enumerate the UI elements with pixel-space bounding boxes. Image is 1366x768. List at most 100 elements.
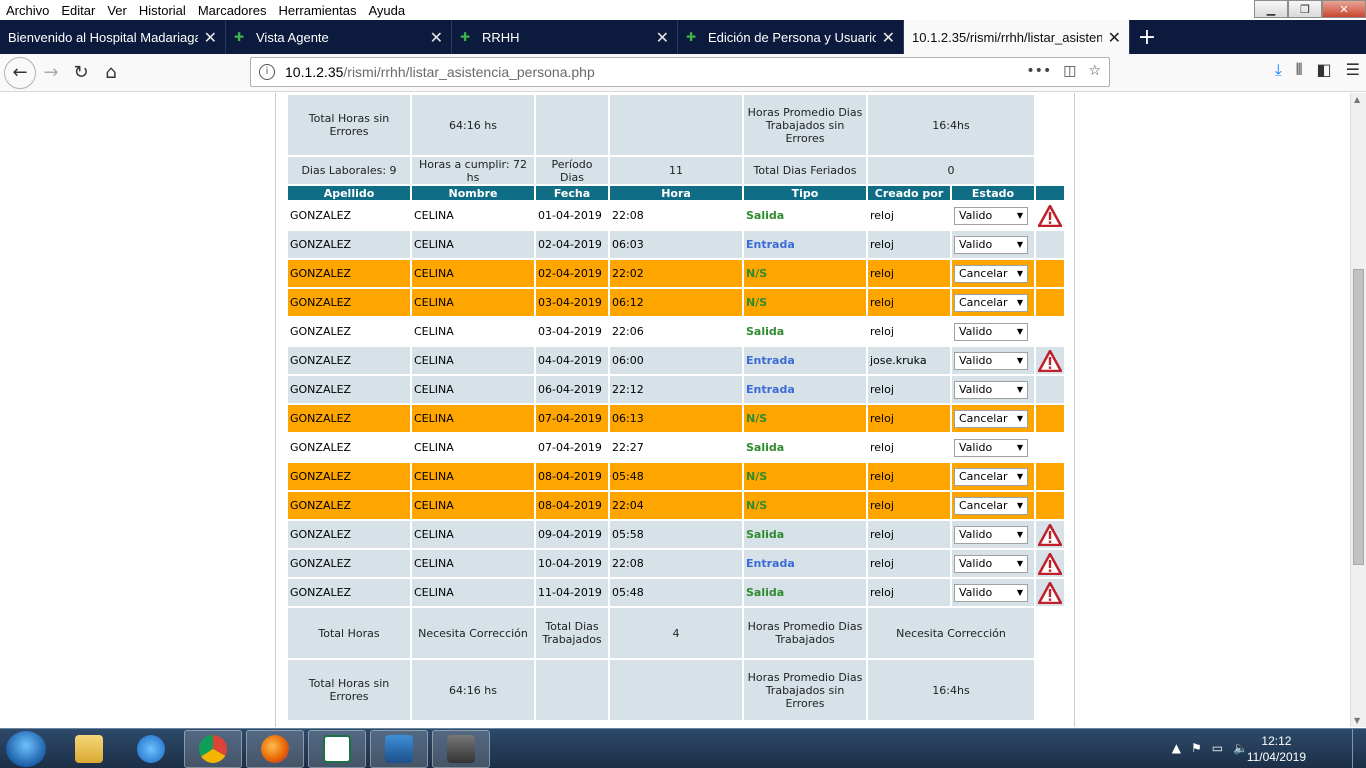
cell-tipo: Entrada	[744, 231, 866, 258]
tab-bienvenido[interactable]: Bienvenido al Hospital Madariaga | ✕	[0, 20, 226, 54]
pocket-icon[interactable]: ◫	[1063, 63, 1076, 79]
firefox-taskbar-icon[interactable]	[246, 730, 304, 768]
summary-cell	[536, 95, 608, 155]
estado-select[interactable]: Valido ▼	[954, 583, 1028, 602]
back-icon[interactable]: ←	[4, 56, 36, 89]
library-icon[interactable]: ⫴	[1296, 60, 1303, 80]
estado-select[interactable]: Valido ▼	[954, 206, 1028, 225]
warning-icon[interactable]	[1038, 349, 1062, 372]
estado-select[interactable]: Valido ▼	[954, 380, 1028, 399]
cell-estado: Valido ▼	[952, 550, 1034, 577]
estado-select-value: Valido	[959, 237, 993, 251]
vertical-scrollbar[interactable]: ▲ ▼	[1350, 93, 1366, 727]
tab-listar-asistencia[interactable]: 10.1.2.35/rismi/rrhh/listar_asistencia ✕	[904, 20, 1130, 54]
page-actions-icon[interactable]: •••	[1026, 63, 1051, 79]
menu-marcadores[interactable]: Marcadores	[192, 3, 273, 18]
cell-apellido: GONZALEZ	[288, 434, 410, 461]
close-tab-icon[interactable]: ✕	[656, 28, 669, 47]
url-bar[interactable]: i 10.1.2.35/rismi/rrhh/listar_asistencia…	[250, 57, 1110, 87]
tab-vista-agente[interactable]: ✚ Vista Agente ✕	[226, 20, 452, 54]
reload-icon[interactable]: ↻	[66, 58, 96, 88]
estado-select[interactable]: Cancelar ▼	[954, 264, 1028, 283]
home-icon[interactable]: ⌂	[96, 58, 126, 88]
estado-select[interactable]: Cancelar ▼	[954, 496, 1028, 515]
estado-select-value: Valido	[959, 353, 993, 367]
scrollbar-thumb[interactable]	[1353, 269, 1364, 565]
cell-tipo: Salida	[744, 579, 866, 606]
summary-cell: Total Dias Trabajados	[536, 608, 608, 658]
close-tab-icon[interactable]: ✕	[1108, 28, 1121, 47]
dropdown-arrow-icon: ▼	[1016, 268, 1023, 278]
estado-select-value: Cancelar	[959, 469, 1008, 483]
show-hidden-icons-icon[interactable]: ▲	[1172, 741, 1181, 755]
minimize-icon[interactable]: ▁	[1254, 0, 1288, 18]
estado-select[interactable]: Cancelar ▼	[954, 293, 1028, 312]
vpn-taskbar-icon[interactable]	[370, 730, 428, 768]
warning-icon[interactable]	[1038, 204, 1062, 227]
forward-icon[interactable]: →	[36, 58, 66, 88]
site-info-icon[interactable]: i	[259, 64, 275, 80]
menu-archivo[interactable]: Archivo	[0, 3, 55, 18]
sidebar-icon[interactable]: ◧	[1317, 60, 1332, 80]
url-text[interactable]: 10.1.2.35/rismi/rrhh/listar_asistencia_p…	[285, 64, 595, 80]
scroll-up-icon[interactable]: ▲	[1354, 95, 1360, 104]
chrome-taskbar-icon[interactable]	[184, 730, 242, 768]
close-tab-icon[interactable]: ✕	[204, 28, 217, 47]
download-icon[interactable]: ⤓	[1275, 60, 1282, 80]
estado-select-value: Valido	[959, 556, 993, 570]
menu-ayuda[interactable]: Ayuda	[362, 3, 411, 18]
show-desktop-button[interactable]	[1352, 729, 1366, 768]
menu-editar[interactable]: Editar	[55, 3, 101, 18]
cell-estado: Valido ▼	[952, 434, 1034, 461]
cell-apellido: GONZALEZ	[288, 289, 410, 316]
estado-select[interactable]: Valido ▼	[954, 351, 1028, 370]
scroll-down-icon[interactable]: ▼	[1354, 716, 1360, 725]
estado-select[interactable]: Cancelar ▼	[954, 467, 1028, 486]
warning-icon[interactable]	[1038, 523, 1062, 546]
volume-icon[interactable]: 🔈	[1233, 741, 1248, 755]
explorer-taskbar-icon[interactable]	[60, 730, 118, 768]
spreadsheet-taskbar-icon[interactable]	[308, 730, 366, 768]
close-tab-icon[interactable]: ✕	[430, 28, 443, 47]
estado-select[interactable]: Valido ▼	[954, 322, 1028, 341]
warning-icon[interactable]	[1038, 552, 1062, 575]
close-window-icon[interactable]: ✕	[1322, 0, 1366, 18]
menu-historial[interactable]: Historial	[133, 3, 192, 18]
warning-icon[interactable]	[1038, 581, 1062, 604]
summary-cell: Horas Promedio Dias Trabajados	[744, 608, 866, 658]
summary-cell: 4	[610, 608, 742, 658]
cell-tipo: Entrada	[744, 376, 866, 403]
tab-edicion-persona[interactable]: ✚ Edición de Persona y Usuario | R ✕	[678, 20, 904, 54]
estado-select[interactable]: Valido ▼	[954, 438, 1028, 457]
cell-creado: reloj	[868, 434, 950, 461]
ie-taskbar-icon[interactable]	[122, 730, 180, 768]
flag-icon[interactable]: ⚑	[1191, 741, 1202, 755]
dropdown-arrow-icon: ▼	[1016, 239, 1023, 249]
estado-select[interactable]: Valido ▼	[954, 235, 1028, 254]
menu-ver[interactable]: Ver	[101, 3, 133, 18]
app-taskbar-icon[interactable]	[432, 730, 490, 768]
tab-bar: Bienvenido al Hospital Madariaga | ✕ ✚ V…	[0, 20, 1366, 54]
tab-rrhh[interactable]: ✚ RRHH ✕	[452, 20, 678, 54]
column-header	[1036, 186, 1064, 200]
cell-apellido: GONZALEZ	[288, 318, 410, 345]
bookmark-star-icon[interactable]: ☆	[1088, 63, 1101, 79]
estado-select[interactable]: Cancelar ▼	[954, 409, 1028, 428]
cell-hora: 22:06	[610, 318, 742, 345]
start-button[interactable]	[6, 731, 46, 767]
new-tab-icon[interactable]: +	[1130, 20, 1164, 54]
hamburger-menu-icon[interactable]: ☰	[1346, 60, 1360, 80]
column-header: Hora	[610, 186, 742, 200]
cell-warning	[1036, 405, 1064, 432]
estado-select[interactable]: Valido ▼	[954, 525, 1028, 544]
cell-creado: reloj	[868, 492, 950, 519]
clock[interactable]: 12:12 11/04/2019	[1247, 733, 1306, 765]
cell-warning	[1036, 376, 1064, 403]
close-tab-icon[interactable]: ✕	[882, 28, 895, 47]
cell-warning	[1036, 318, 1064, 345]
estado-select[interactable]: Valido ▼	[954, 554, 1028, 573]
maximize-icon[interactable]: ❐	[1288, 0, 1322, 18]
summary-cell: Necesita Corrección	[868, 608, 1034, 658]
network-icon[interactable]: ▭	[1212, 741, 1223, 755]
menu-herramientas[interactable]: Herramientas	[272, 3, 362, 18]
